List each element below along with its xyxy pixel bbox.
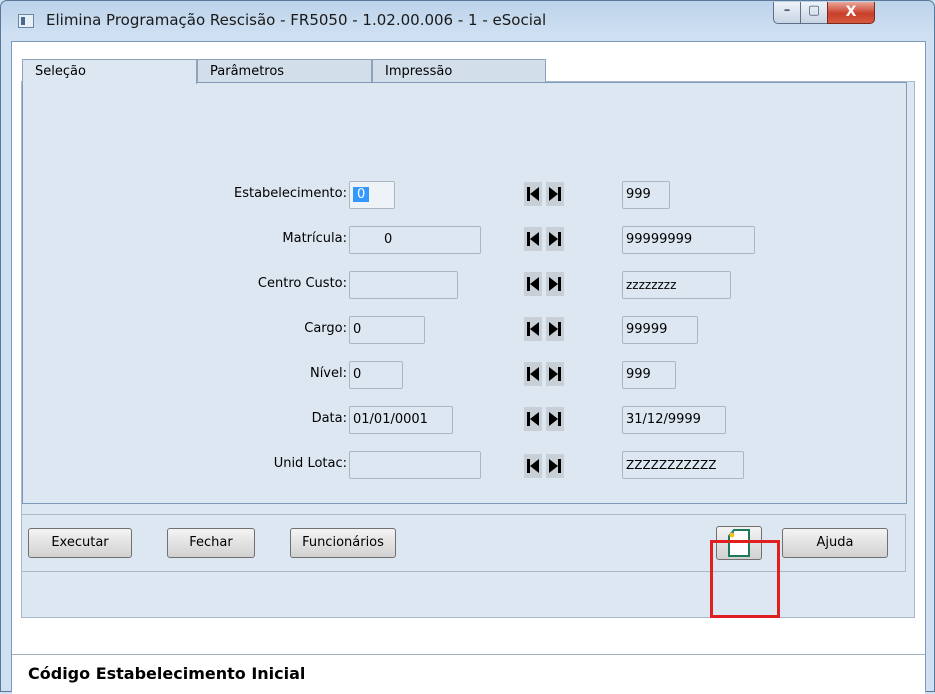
first-record-icon: [527, 412, 539, 426]
selection-panel: Estabelecimento: 0 999 Matrícula: 0 9999…: [22, 82, 907, 504]
first-record-button[interactable]: [524, 317, 542, 341]
tab-label: Impressão: [385, 64, 453, 79]
status-bar: Código Estabelecimento Inicial: [12, 654, 925, 694]
unid-lotac-initial-input[interactable]: [349, 451, 481, 479]
cargo-initial-input[interactable]: 0: [349, 316, 425, 344]
first-record-icon: [527, 367, 539, 381]
last-record-icon: [549, 412, 561, 426]
last-record-icon: [549, 232, 561, 246]
unid-lotac-label: Unid Lotac:: [273, 456, 347, 471]
first-record-icon: [527, 459, 539, 473]
last-record-button[interactable]: [546, 454, 564, 478]
maximize-icon: ▢: [807, 3, 821, 18]
data-initial-input[interactable]: 01/01/0001: [349, 406, 453, 434]
tab-selecao[interactable]: Seleção: [22, 59, 197, 84]
cargo-label: Cargo:: [304, 321, 347, 336]
centro-custo-final-input[interactable]: zzzzzzzz: [622, 271, 731, 299]
title-bar[interactable]: Elimina Programação Rescisão - FR5050 - …: [1, 1, 934, 41]
data-label: Data:: [311, 411, 347, 426]
app-icon: [18, 14, 34, 28]
window: Elimina Programação Rescisão - FR5050 - …: [0, 0, 935, 694]
first-record-button[interactable]: [524, 362, 542, 386]
client-area: Seleção Parâmetros Impressão Estabelecim…: [11, 41, 926, 694]
first-record-button[interactable]: [524, 407, 542, 431]
fechar-button[interactable]: Fechar: [167, 528, 255, 558]
close-icon: X: [845, 4, 857, 20]
tab-parametros[interactable]: Parâmetros: [197, 59, 372, 83]
last-record-icon: [549, 459, 561, 473]
estabelecimento-initial-input[interactable]: 0: [349, 181, 395, 209]
highlight-box: [710, 540, 780, 618]
unid-lotac-final-input[interactable]: ZZZZZZZZZZZ: [622, 451, 744, 479]
ajuda-button[interactable]: Ajuda: [782, 528, 888, 558]
cargo-final-input[interactable]: 99999: [622, 316, 698, 344]
last-record-button[interactable]: [546, 227, 564, 251]
data-final-input[interactable]: 31/12/9999: [622, 406, 726, 434]
last-record-icon: [549, 367, 561, 381]
minimize-button[interactable]: –: [773, 2, 801, 24]
last-record-icon: [549, 322, 561, 336]
first-record-icon: [527, 322, 539, 336]
funcionarios-button[interactable]: Funcionários: [290, 528, 396, 558]
first-record-button[interactable]: [524, 272, 542, 296]
matricula-final-input[interactable]: 99999999: [622, 226, 755, 254]
maximize-button[interactable]: ▢: [800, 2, 828, 24]
estabelecimento-label: Estabelecimento:: [233, 186, 347, 201]
centro-custo-initial-input[interactable]: [349, 271, 458, 299]
executar-button[interactable]: Executar: [28, 528, 132, 558]
selected-value: 0: [353, 187, 370, 202]
tab-label: Parâmetros: [210, 64, 285, 79]
tab-label: Seleção: [35, 64, 86, 79]
last-record-icon: [549, 187, 561, 201]
first-record-icon: [527, 232, 539, 246]
last-record-button[interactable]: [546, 362, 564, 386]
minimize-icon: –: [783, 3, 791, 18]
last-record-button[interactable]: [546, 317, 564, 341]
close-button[interactable]: X: [827, 2, 875, 24]
matricula-label: Matrícula:: [282, 231, 347, 246]
matricula-initial-input[interactable]: 0: [349, 226, 481, 254]
last-record-icon: [549, 277, 561, 291]
tab-impressao[interactable]: Impressão: [372, 59, 546, 83]
first-record-button[interactable]: [524, 182, 542, 206]
first-record-icon: [527, 187, 539, 201]
last-record-button[interactable]: [546, 272, 564, 296]
first-record-icon: [527, 277, 539, 291]
nivel-final-input[interactable]: 999: [622, 361, 676, 389]
last-record-button[interactable]: [546, 182, 564, 206]
nivel-label: Nível:: [309, 366, 347, 381]
status-text: Código Estabelecimento Inicial: [28, 664, 306, 683]
first-record-button[interactable]: [524, 227, 542, 251]
last-record-button[interactable]: [546, 407, 564, 431]
first-record-button[interactable]: [524, 454, 542, 478]
nivel-initial-input[interactable]: 0: [349, 361, 403, 389]
estabelecimento-final-input[interactable]: 999: [622, 181, 670, 209]
window-title: Elimina Programação Rescisão - FR5050 - …: [46, 11, 547, 29]
centro-custo-label: Centro Custo:: [257, 276, 347, 291]
